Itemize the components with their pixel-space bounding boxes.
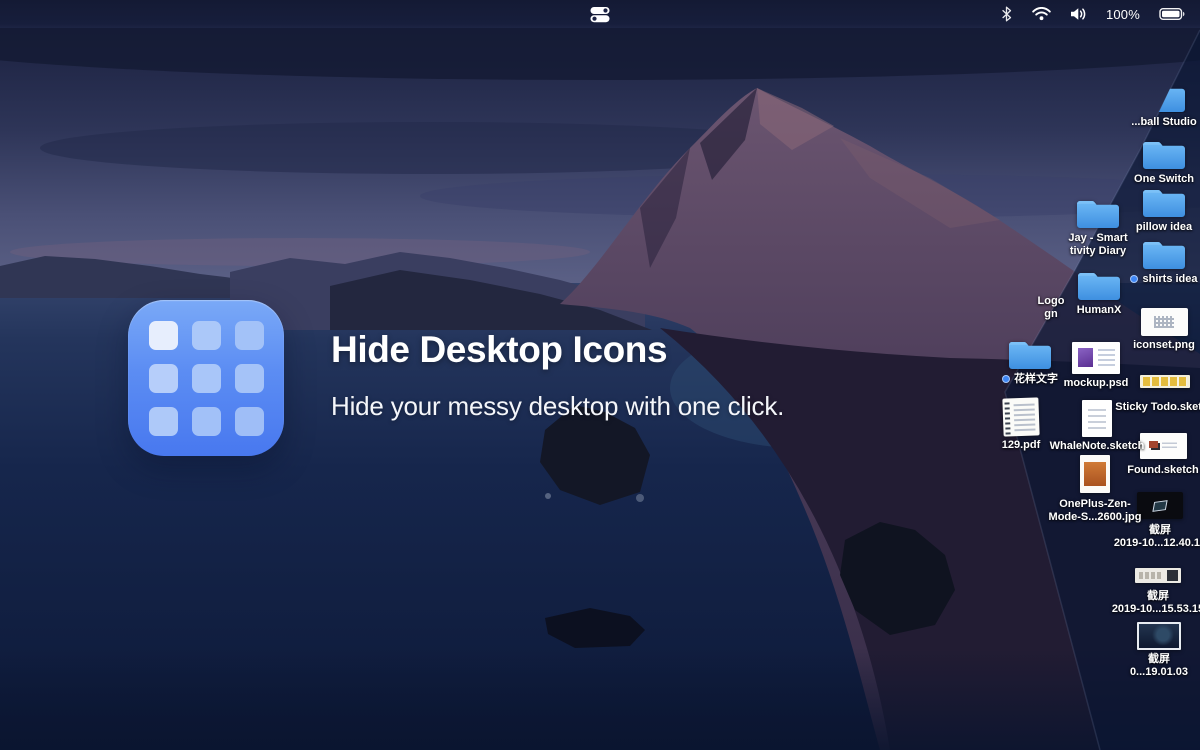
folder-icon bbox=[1141, 137, 1187, 170]
file-label: Logogn bbox=[991, 295, 1111, 321]
desktop-icon-ball-studio[interactable]: ...ball Studio bbox=[1104, 80, 1200, 129]
file-label: 花样文字 bbox=[970, 373, 1090, 386]
desktop-icon-jay-diary[interactable]: Jay - Smarttivity Diary bbox=[1038, 196, 1158, 258]
grid-square bbox=[192, 321, 221, 350]
file-label: Jay - Smarttivity Diary bbox=[1038, 232, 1158, 258]
grid-square bbox=[235, 364, 264, 393]
battery-menu-item[interactable] bbox=[1159, 7, 1186, 21]
hero-text: Hide Desktop Icons Hide your messy deskt… bbox=[331, 330, 784, 422]
file-label: 截屏2019-10...15.53.15 bbox=[1098, 590, 1200, 616]
hero-subtitle: Hide your messy desktop with one click. bbox=[331, 391, 784, 422]
battery-icon bbox=[1159, 7, 1186, 21]
file-label-line: Mode-S...2600.jpg bbox=[1035, 511, 1155, 524]
file-label-line: 0...19.01.03 bbox=[1099, 666, 1200, 679]
file-label-line: OnePlus-Zen- bbox=[1035, 498, 1155, 511]
hide-desktop-icons-app-icon[interactable] bbox=[128, 300, 284, 456]
file-thumbnail bbox=[1080, 455, 1110, 493]
file-label-line: tivity Diary bbox=[1038, 245, 1158, 258]
wifi-icon bbox=[1032, 7, 1051, 21]
volume-menu-item[interactable] bbox=[1070, 7, 1087, 21]
desktop-icon-huayang-wenzi[interactable]: 花样文字 bbox=[970, 337, 1090, 386]
file-label-line: 截屏 bbox=[1100, 524, 1200, 537]
one-switch-menubar-item[interactable] bbox=[582, 0, 619, 28]
file-label: ...ball Studio bbox=[1104, 116, 1200, 129]
file-label: 截屏2019-10...12.40.14 bbox=[1100, 524, 1200, 550]
grid-square bbox=[192, 364, 221, 393]
menu-bar-status-area: 100% bbox=[1000, 0, 1200, 28]
screen: ...ball StudioOne Switchpillow ideashirt… bbox=[0, 0, 1200, 750]
file-label-line: 129.pdf bbox=[961, 439, 1081, 452]
desktop-icon-shot-155315[interactable]: 截屏2019-10...15.53.15 bbox=[1098, 565, 1200, 616]
file-label: OnePlus-Zen-Mode-S...2600.jpg bbox=[1035, 498, 1155, 524]
file-label-line: 2019-10...12.40.14 bbox=[1100, 537, 1200, 550]
battery-percentage: 100% bbox=[1106, 7, 1140, 22]
file-thumbnail bbox=[1082, 400, 1112, 437]
grid-square bbox=[149, 364, 178, 393]
file-label: 截屏0...19.01.03 bbox=[1099, 653, 1200, 679]
grid-square bbox=[235, 321, 264, 350]
file-label-line: 花样文字 bbox=[970, 373, 1090, 386]
wifi-menu-item[interactable] bbox=[1032, 7, 1051, 21]
hero-title: Hide Desktop Icons bbox=[331, 330, 784, 370]
grid-square bbox=[149, 407, 178, 436]
file-label: 129.pdf bbox=[961, 439, 1081, 452]
file-label-line: Logo bbox=[991, 295, 1111, 308]
menu-bar: 100% bbox=[0, 0, 1200, 28]
file-label-line: Jay - Smart bbox=[1038, 232, 1158, 245]
grid-square bbox=[149, 321, 178, 350]
desktop-icon-oneplus-zen[interactable]: OnePlus-Zen-Mode-S...2600.jpg bbox=[1035, 455, 1155, 524]
desktop-icon-one-switch[interactable]: One Switch bbox=[1104, 137, 1200, 186]
bluetooth-icon bbox=[1000, 6, 1013, 22]
desktop-icon-pdf-129[interactable]: 129.pdf bbox=[961, 398, 1081, 452]
folder-icon bbox=[1007, 337, 1053, 370]
grid-square bbox=[192, 407, 221, 436]
file-thumbnail bbox=[1135, 568, 1181, 583]
bluetooth-menu-item[interactable] bbox=[1000, 6, 1013, 22]
grid-square bbox=[235, 407, 264, 436]
file-label-line: 2019-10...15.53.15 bbox=[1098, 603, 1200, 616]
file-thumbnail bbox=[1002, 397, 1039, 436]
one-switch-icon bbox=[590, 6, 611, 23]
folder-icon bbox=[1075, 196, 1121, 229]
file-label-line: gn bbox=[991, 308, 1111, 321]
desktop-icon-logo-design[interactable]: Logogn bbox=[991, 292, 1111, 321]
desktop-icon-shot-190103[interactable]: 截屏0...19.01.03 bbox=[1099, 622, 1200, 679]
file-label-line: 截屏 bbox=[1098, 590, 1200, 603]
file-label-line: 截屏 bbox=[1099, 653, 1200, 666]
file-thumbnail bbox=[1137, 622, 1181, 650]
volume-icon bbox=[1070, 7, 1087, 21]
file-label-line: ...ball Studio bbox=[1104, 116, 1200, 129]
folder-icon bbox=[1141, 80, 1187, 113]
blue-tag-dot bbox=[1002, 375, 1010, 383]
